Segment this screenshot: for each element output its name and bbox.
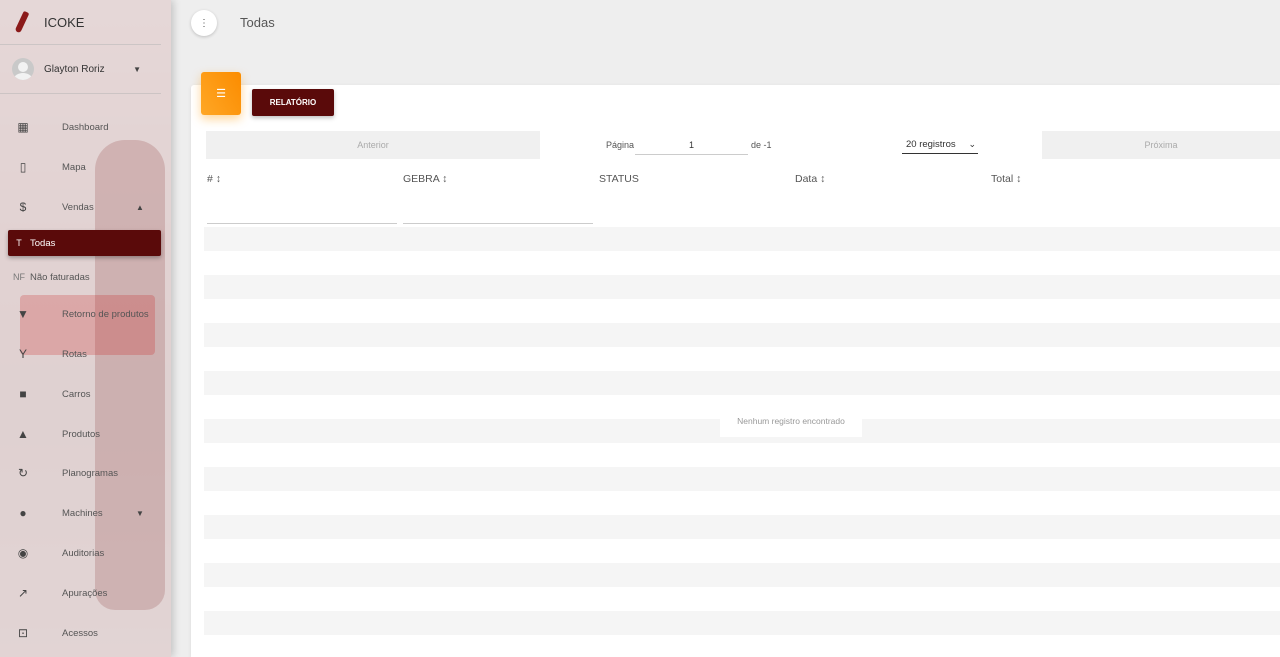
dashboard-icon: ▦ [17,120,29,134]
table-row [204,227,1280,251]
subitem-label: Não faturadas [30,271,90,283]
thumb-down-icon: ▼ [17,307,29,321]
sidebar-item-label: Vendas [62,201,94,213]
caret-down-icon: ▼ [136,508,144,518]
caret-up-icon: ▲ [136,202,144,212]
list-icon: ☰ [201,72,241,115]
next-page-button[interactable]: Próxima [1042,131,1280,159]
table-row [204,323,1280,347]
previous-page-button[interactable]: Anterior [206,131,540,159]
eye-icon: ◉ [17,546,29,560]
brand[interactable]: ICOKE [0,0,161,45]
sidebar-item-apuracoes[interactable]: ↗ Apurações [0,580,171,606]
bottle-logo-icon [12,10,32,34]
user-name: Glayton Roriz [44,63,105,75]
sidebar-item-rotas[interactable]: Y Rotas [0,341,171,367]
sidebar-item-label: Produtos [62,428,101,440]
sidebar-item-label: Auditorias [62,547,105,559]
sidebar-item-retorno[interactable]: ▼ Retorno de produtos [0,301,171,327]
sidebar-item-produtos[interactable]: ▲ Produtos [0,421,171,447]
trending-icon: ↗ [17,586,29,600]
sidebar-item-dashboard[interactable]: ▦ Dashboard [0,114,171,140]
user-menu[interactable]: Glayton Roriz ▼ [0,45,161,94]
dollar-icon: $ [19,200,27,214]
empty-message: Nenhum registro encontrado [720,405,862,437]
pin-icon: ● [19,506,27,520]
column-header-gebra[interactable]: GEBRA ↕ [403,173,447,185]
sidebar-item-vendas[interactable]: $ Vendas ▲ [0,194,171,220]
table-row [204,467,1280,491]
sidebar-item-label: Carros [62,388,91,400]
column-header-id[interactable]: # ↕ [207,173,221,185]
gebra-filter-input[interactable] [403,206,593,224]
top-bar: ⋮ Todas [171,0,1280,45]
table-row [204,515,1280,539]
sidebar-item-acessos[interactable]: ⊡ Acessos [0,620,171,646]
subitem-abbr: NF [13,272,25,282]
truck-icon: ■ [19,387,27,401]
page-title: Todas [240,15,275,30]
sidebar-item-label: Rotas [62,348,87,360]
sidebar-item-label: Planogramas [62,467,118,479]
sidebar-item-label: Machines [62,507,103,519]
table-row [204,563,1280,587]
page-size-select[interactable]: 20 registros ⌄ [902,136,978,154]
page-number-input[interactable] [635,135,748,155]
sync-icon: ↻ [17,466,29,480]
sidebar-subitem-todas[interactable]: T Todas [8,230,161,256]
route-icon: Y [18,347,27,361]
id-filter-input[interactable] [207,206,397,224]
page-total-label: de -1 [751,140,772,150]
app-name: ICOKE [44,14,85,30]
chevron-down-icon: ⌄ [968,139,976,149]
report-button[interactable]: RELATÓRIO [252,89,334,116]
lock-icon: ⊡ [17,626,29,640]
column-header-total[interactable]: Total ↕ [991,173,1021,185]
sidebar-item-auditorias[interactable]: ◉ Auditorias [0,540,171,566]
sidebar-item-label: Dashboard [62,121,109,133]
sidebar-item-mapa[interactable]: ▯ Mapa [0,154,171,180]
sidebar-item-label: Apurações [62,587,108,599]
sidebar-item-label: Mapa [62,161,86,173]
table-row [204,275,1280,299]
table-row [204,371,1280,395]
sidebar-subitem-nao-faturadas[interactable]: NF Não faturadas [8,264,161,290]
subitem-abbr: T [16,238,22,248]
caret-down-icon: ▼ [133,64,141,74]
more-vert-button[interactable]: ⋮ [191,10,217,36]
sidebar-item-planogramas[interactable]: ↻ Planogramas [0,460,171,486]
sidebar-item-label: Acessos [62,627,98,639]
sidebar: ICOKE Glayton Roriz ▼ ▦ Dashboard ▯ Mapa… [0,0,171,657]
sidebar-item-carros[interactable]: ■ Carros [0,381,171,407]
shapes-icon: ▲ [17,427,29,441]
page-size-value: 20 registros [906,139,956,150]
subitem-label: Todas [30,237,56,249]
avatar [12,58,34,80]
column-header-status: STATUS [599,173,639,185]
page-label: Página [606,140,635,150]
sidebar-item-label: Retorno de produtos [62,308,149,320]
map-icon: ▯ [19,160,27,174]
column-header-data[interactable]: Data ↕ [795,173,825,185]
table-row [204,611,1280,635]
sidebar-item-machines[interactable]: ● Machines ▼ [0,500,171,526]
